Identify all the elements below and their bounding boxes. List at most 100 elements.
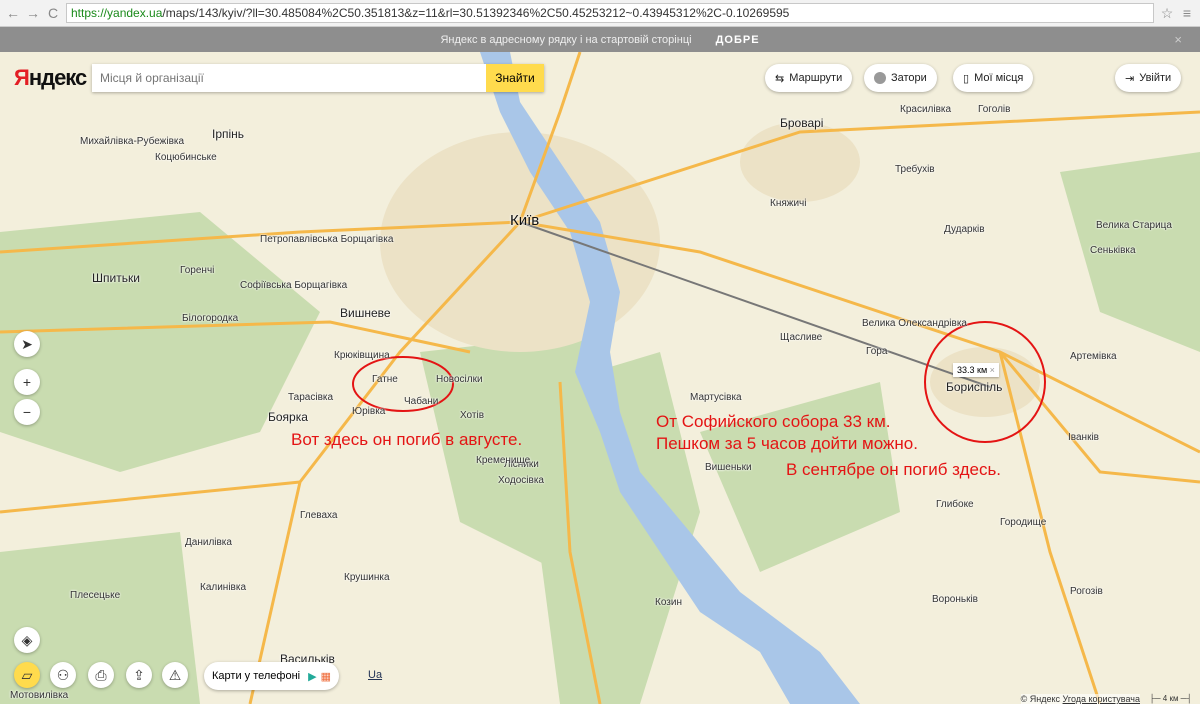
place-label: Ходосівка xyxy=(498,475,544,486)
notification-banner: Яндекс в адресному рядку і на стартовій … xyxy=(0,27,1200,52)
place-label: Боярка xyxy=(268,410,308,424)
play-icon: ▶ xyxy=(308,670,317,683)
share-icon: ⇪ xyxy=(133,666,145,683)
place-label: Гоголів xyxy=(978,104,1011,115)
banner-text: Яндекс в адресному рядку і на стартовій … xyxy=(440,33,692,46)
annotation-august: Вот здесь он погиб в августе. xyxy=(291,430,523,449)
map-canvas[interactable]: БучаІрпіньКоцюбинськеМихайлівка-Рубежівк… xyxy=(0,52,1200,704)
place-label: Бориспіль xyxy=(946,380,1003,394)
place-label: Плесецьке xyxy=(70,590,121,601)
traffic-label: Затори xyxy=(891,72,927,84)
place-label: Гора xyxy=(866,346,888,357)
login-button[interactable]: ⇥ Увійти xyxy=(1115,64,1182,92)
my-places-button[interactable]: ▯ Мої місця xyxy=(953,64,1034,92)
place-label: Крушинка xyxy=(344,572,390,583)
place-label: Красилівка xyxy=(900,104,952,115)
ruler-icon: ▱ xyxy=(21,666,33,683)
layers-button[interactable]: ◈ xyxy=(14,627,40,653)
copyright: © Яндекс Угода користувача xyxy=(1020,694,1140,704)
place-label: Требухів xyxy=(895,164,935,175)
annotation-walk: Пешком за 5 часов дойти можно. xyxy=(656,434,918,453)
place-label: Київ xyxy=(510,212,540,229)
place-label: Крюківщина xyxy=(334,350,390,361)
place-label: Ірпінь xyxy=(212,127,245,141)
layers-icon: ◈ xyxy=(21,631,33,648)
login-label: Увійти xyxy=(1139,72,1172,84)
place-label: Мотовилівка xyxy=(10,690,69,701)
place-label: Княжичі xyxy=(770,198,807,209)
place-label: Вишневе xyxy=(340,306,391,320)
copyright-text: © Яндекс xyxy=(1020,694,1061,704)
printer-icon: ⎙ xyxy=(95,666,107,683)
url-path: /maps/143/kyiv/?ll=30.485084%2C50.351813… xyxy=(162,6,790,20)
report-button[interactable]: ⚠ xyxy=(162,662,188,688)
place-label: Глеваха xyxy=(300,510,338,521)
place-label: Велика Старица xyxy=(1096,220,1172,231)
zoom-in-button[interactable]: + xyxy=(14,369,40,395)
place-label: Рогозів xyxy=(1070,586,1103,597)
place-label: Тарасівка xyxy=(288,392,334,403)
place-label: Козин xyxy=(655,597,682,608)
map-graphics xyxy=(0,52,1200,704)
place-label: Михайлівка-Рубежівка xyxy=(80,136,185,147)
place-label: Сеньківка xyxy=(1090,245,1136,256)
share-button[interactable]: ⇪ xyxy=(126,662,152,688)
distance-value: 33.3 км xyxy=(957,365,988,375)
mobile-apps-label: Карти у телефоні xyxy=(212,670,301,682)
zoom-out-button[interactable]: − xyxy=(14,399,40,425)
print-button[interactable]: ⎙ xyxy=(88,662,114,688)
warning-icon: ⚠ xyxy=(168,666,182,683)
logo-text: ндекс xyxy=(28,65,87,90)
routes-button[interactable]: ⇆ Маршрути xyxy=(765,64,853,92)
route-icon: ⇆ xyxy=(775,72,785,85)
scale-label: 4 км xyxy=(1162,694,1179,703)
address-bar[interactable]: https://yandex.ua/maps/143/kyiv/?ll=30.4… xyxy=(66,3,1154,23)
place-label: Броварі xyxy=(780,116,824,130)
annotation-distance: От Софийского собора 33 км. xyxy=(656,412,891,431)
minus-icon: − xyxy=(22,404,32,420)
place-label: Софіївська Борщагівка xyxy=(240,280,348,291)
location-arrow-icon: ➤ xyxy=(21,335,33,352)
yandex-logo[interactable]: Яндекс xyxy=(14,65,87,91)
place-label: Горенчі xyxy=(180,265,215,276)
language-link[interactable]: Ua xyxy=(368,669,382,681)
menu-icon[interactable]: ≡ xyxy=(1180,5,1194,21)
place-label: Дударків xyxy=(944,224,985,235)
forward-button[interactable]: → xyxy=(26,5,40,21)
traffic-button[interactable]: Затори xyxy=(864,64,937,92)
bookmark-star-icon[interactable]: ☆ xyxy=(1160,5,1174,22)
place-label: Іванків xyxy=(1068,432,1099,443)
place-label: Городище xyxy=(1000,517,1047,528)
windows-icon: ▦ xyxy=(320,670,331,683)
my-places-label: Мої місця xyxy=(974,72,1024,84)
place-label: Білогородка xyxy=(182,313,239,324)
search-button[interactable]: Знайти xyxy=(486,64,544,92)
browser-toolbar: ← → C https://yandex.ua/maps/143/kyiv/?l… xyxy=(0,0,1200,27)
banner-ok-button[interactable]: ДОБРЕ xyxy=(716,34,760,46)
place-label: Вишеньки xyxy=(705,462,752,473)
panorama-button[interactable]: ⚇ xyxy=(50,662,76,688)
login-icon: ⇥ xyxy=(1125,72,1135,85)
terms-link[interactable]: Угода користувача xyxy=(1063,694,1140,704)
distance-label: 33.3 км × xyxy=(953,363,999,377)
close-measure-icon[interactable]: × xyxy=(990,365,995,375)
place-label: Глибоке xyxy=(936,499,974,510)
url-host: https://yandex.ua xyxy=(71,6,163,20)
locate-button[interactable]: ➤ xyxy=(14,331,40,357)
place-label: Новосілки xyxy=(436,374,483,385)
bookmark-icon: ▯ xyxy=(963,72,970,85)
close-icon[interactable]: × xyxy=(1174,32,1182,47)
search-input[interactable] xyxy=(92,64,486,92)
place-label: Данилівка xyxy=(185,537,232,548)
place-label: Петропавлівська Борщагівка xyxy=(260,234,394,245)
place-label: Юрівка xyxy=(352,406,386,417)
reload-button[interactable]: C xyxy=(46,5,60,21)
back-button[interactable]: ← xyxy=(6,5,20,21)
mobile-apps-button[interactable]: Карти у телефоні ▶ ▦ xyxy=(204,662,339,690)
place-label: Артемівка xyxy=(1070,351,1117,362)
place-label: Хотів xyxy=(460,410,485,421)
plus-icon: + xyxy=(22,374,32,390)
traffic-icon xyxy=(874,72,886,84)
ruler-button[interactable]: ▱ xyxy=(14,662,40,688)
place-label: Щасливе xyxy=(780,332,823,343)
